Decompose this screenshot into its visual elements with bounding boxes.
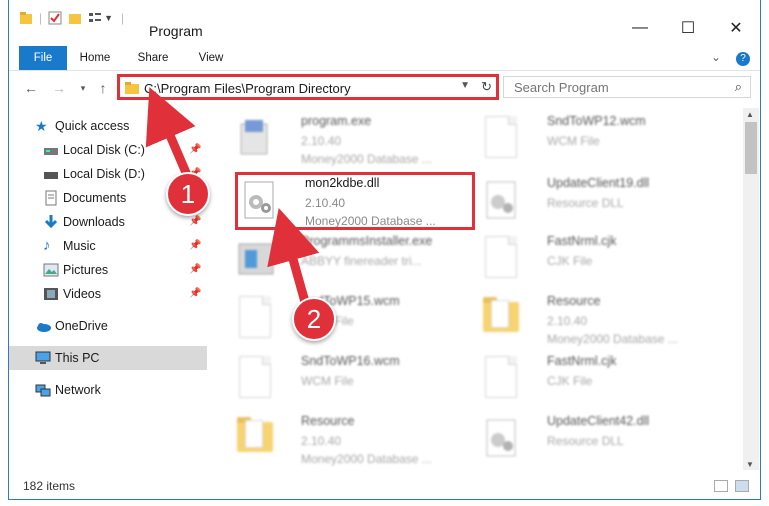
step-1-badge: 1 <box>166 172 210 216</box>
arrow-step-2 <box>267 207 320 307</box>
annotation-arrows <box>145 87 320 307</box>
step-2-badge: 2 <box>292 297 336 341</box>
